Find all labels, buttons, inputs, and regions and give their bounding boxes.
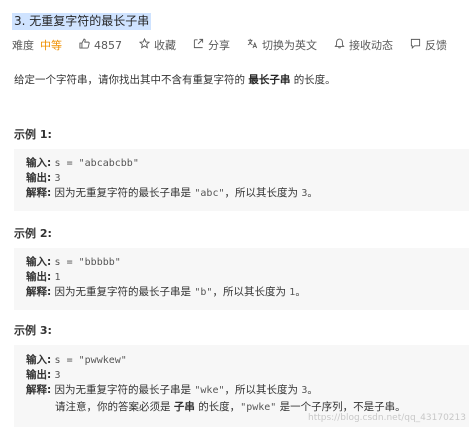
explain-end: 。 <box>295 286 306 298</box>
explain-text: 因为无重复字符的最长子串是 <box>54 384 192 396</box>
input-value: s = "bbbbb" <box>54 257 121 268</box>
switch-language-button[interactable]: 切换为英文 <box>247 37 317 53</box>
input-value: s = "pwwkew" <box>54 355 127 366</box>
input-label: 输入: <box>26 354 52 366</box>
input-label: 输入: <box>26 157 52 169</box>
input-label: 输入: <box>26 256 52 268</box>
difficulty-value: 中等 <box>40 39 62 52</box>
input-value: s = "abcabcbb" <box>54 158 139 169</box>
output-value: 3 <box>54 370 61 381</box>
translate-icon <box>247 38 258 52</box>
explain-end: 。 <box>307 384 318 396</box>
likes-count: 4857 <box>94 38 122 52</box>
watermark: https://blog.csdn.net/qq_43170213 <box>307 413 466 423</box>
explain-text: 因为无重复字符的最长子串是 <box>54 187 192 199</box>
output-label: 输出: <box>26 172 52 184</box>
note-mid: 的长度， <box>198 401 241 413</box>
share-button[interactable]: 分享 <box>193 37 230 53</box>
switch-language-label: 切换为英文 <box>262 39 317 52</box>
example-2-block: 输入: s = "bbbbb" 输出: 1 解释: 因为无重复字符的最长子串是 … <box>14 248 469 310</box>
explain-label: 解释: <box>26 187 52 199</box>
output-value: 3 <box>54 173 61 184</box>
difficulty: 难度 中等 <box>12 37 62 53</box>
note-code: "pwke" <box>240 402 277 413</box>
explain-label: 解释: <box>26 384 52 396</box>
example-1-title: 示例 1: <box>14 128 52 141</box>
difficulty-label: 难度 <box>12 39 34 52</box>
explain-end: 。 <box>307 187 318 199</box>
explain-code: "wke" <box>194 385 225 396</box>
problem-title: 3. 无重复字符的最长子串 <box>12 13 152 30</box>
share-icon <box>193 38 204 52</box>
notify-button[interactable]: 接收动态 <box>334 37 393 53</box>
description-text: 给定一个字符串，请你找出其中不含有重复字符的 <box>14 74 245 86</box>
example-2-title: 示例 2: <box>14 227 52 240</box>
explain-mid: ，所以其长度为 <box>224 384 299 396</box>
feedback-button[interactable]: 反馈 <box>410 37 447 53</box>
star-icon <box>138 37 151 52</box>
explain-mid: ，所以其长度为 <box>212 286 286 298</box>
favorite-label: 收藏 <box>154 39 176 52</box>
note-end: 是一个子序列，不是子串。 <box>279 401 406 413</box>
feedback-label: 反馈 <box>425 39 447 52</box>
share-label: 分享 <box>208 39 230 52</box>
problem-description: 给定一个字符串，请你找出其中不含有重复字符的 最长子串 的长度。 <box>14 72 336 87</box>
like-button[interactable]: 4857 <box>79 38 122 52</box>
description-suffix: 的长度。 <box>293 74 336 86</box>
feedback-icon <box>410 38 421 52</box>
explain-label: 解释: <box>26 286 52 298</box>
notify-label: 接收动态 <box>349 39 393 52</box>
note-bold: 子串 <box>173 401 195 413</box>
output-label: 输出: <box>26 271 52 283</box>
thumbs-up-icon <box>79 38 90 52</box>
output-label: 输出: <box>26 369 52 381</box>
favorite-button[interactable]: 收藏 <box>138 37 176 53</box>
example-3-title: 示例 3: <box>14 324 52 337</box>
explain-mid: ，所以其长度为 <box>224 187 299 199</box>
explain-code: "abc" <box>194 188 225 199</box>
example-1-block: 输入: s = "abcabcbb" 输出: 3 解释: 因为无重复字符的最长子… <box>14 149 469 211</box>
problem-meta-bar: 难度 中等 4857 收藏 分享 切换为英文 接收动态 反馈 <box>12 37 447 53</box>
description-emphasis: 最长子串 <box>248 74 291 86</box>
explain-code: "b" <box>194 287 213 298</box>
output-value: 1 <box>54 272 61 283</box>
note-text: 请注意，你的答案必须是 <box>55 401 171 413</box>
explain-text: 因为无重复字符的最长子串是 <box>54 286 192 298</box>
bell-icon <box>334 38 345 52</box>
